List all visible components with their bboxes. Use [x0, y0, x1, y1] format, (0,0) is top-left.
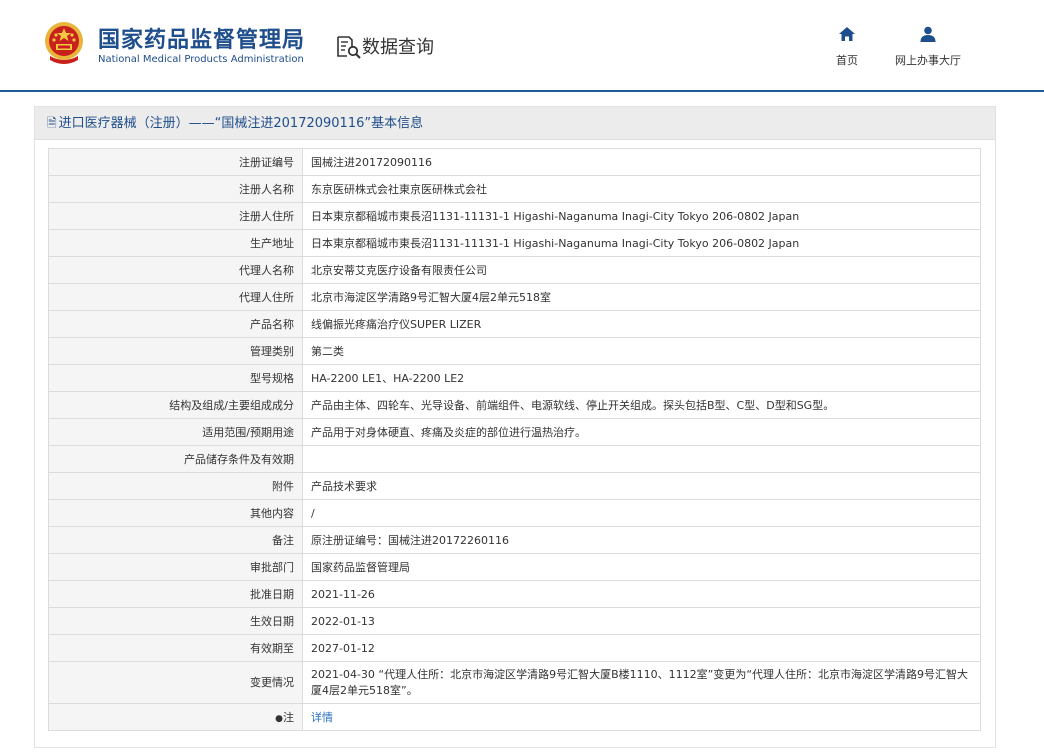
data-query-icon	[337, 36, 361, 59]
table-row: 其他内容 /	[48, 499, 981, 527]
field-value: 2027-01-12	[302, 634, 981, 662]
nav-home-link[interactable]: 首页	[826, 26, 868, 68]
table-row: 有效期至 2027-01-12	[48, 634, 981, 662]
table-row: 管理类别 第二类	[48, 337, 981, 365]
info-table: 注册证编号 国械注进20172090116 注册人名称 东京医研株式会社東京医研株式会…	[48, 148, 981, 731]
table-row: 批准日期 2021-11-26	[48, 580, 981, 608]
table-row: 型号规格 HA-2200 LE1、HA-2200 LE2	[48, 364, 981, 392]
field-label: 产品名称	[48, 310, 303, 338]
table-row: 适用范围/预期用途 产品用于对身体硬直、疼痛及炎症的部位进行温热治疗。	[48, 418, 981, 446]
data-query-label[interactable]: 数据查询	[362, 33, 434, 59]
field-label: 注册人名称	[48, 175, 303, 203]
home-icon	[839, 27, 855, 41]
note-label: 注	[283, 711, 294, 724]
field-label: 产品储存条件及有效期	[48, 445, 303, 473]
site-header: 国家药品监督管理局 National Medical Products Admi…	[0, 0, 1044, 90]
field-value: 2022-01-13	[302, 607, 981, 635]
field-label: 适用范围/预期用途	[48, 418, 303, 446]
nav-online-hall-label: 网上办事大厅	[895, 54, 961, 67]
table-row: 注册人名称 东京医研株式会社東京医研株式会社	[48, 175, 981, 203]
table-row: 备注 原注册证编号：国械注进20172260116	[48, 526, 981, 554]
document-icon: 🗎	[47, 116, 57, 130]
field-label: 注册证编号	[48, 148, 303, 176]
table-row: 结构及组成/主要组成成分 产品由主体、四轮车、光导设备、前端组件、电源软线、停止开…	[48, 391, 981, 419]
table-row: 产品储存条件及有效期	[48, 445, 981, 473]
panel-header: 🗎 进口医疗器械（注册）——“国械注进20172090116”基本信息	[35, 107, 995, 140]
field-label: 代理人住所	[48, 283, 303, 311]
header-divider	[0, 90, 1044, 92]
field-label: 生效日期	[48, 607, 303, 635]
note-label-cell: ●注	[48, 703, 303, 731]
table-row: 代理人名称 北京安蒂艾克医疗设备有限责任公司	[48, 256, 981, 284]
field-value: 日本東京都稲城市東長沼1131-11131-1 Higashi-Naganuma…	[302, 229, 981, 257]
panel-title: 进口医疗器械（注册）——“国械注进20172090116”基本信息	[58, 116, 424, 131]
field-value: 产品技术要求	[302, 472, 981, 500]
field-value: 线偏振光疼痛治疗仪SUPER LIZER	[302, 310, 981, 338]
field-label: 结构及组成/主要组成成分	[48, 391, 303, 419]
table-row: 注册人住所 日本東京都稲城市東長沼1131-11131-1 Higashi-Nag…	[48, 202, 981, 230]
user-icon	[920, 26, 936, 42]
field-value: /	[302, 499, 981, 527]
table-row: 审批部门 国家药品监督管理局	[48, 553, 981, 581]
field-label: 批准日期	[48, 580, 303, 608]
field-value: 产品由主体、四轮车、光导设备、前端组件、电源软线、停止开关组成。探头包括B型、C…	[302, 391, 981, 419]
brand-title-en: National Medical Products Administration	[98, 54, 304, 65]
table-row: 变更情况 2021-04-30 “代理人住所：北京市海淀区学清路9号汇智大厦B楼1…	[48, 661, 981, 704]
field-label: 代理人名称	[48, 256, 303, 284]
brand-title-cn: 国家药品监督管理局	[98, 28, 306, 53]
field-label: 注册人住所	[48, 202, 303, 230]
table-row: 注册证编号 国械注进20172090116	[48, 148, 981, 176]
field-value: 2021-04-30 “代理人住所：北京市海淀区学清路9号汇智大厦B楼1110、…	[302, 661, 981, 704]
table-row-note: ●注 详情	[48, 703, 981, 731]
table-row: 附件 产品技术要求	[48, 472, 981, 500]
field-label: 变更情况	[48, 661, 303, 704]
table-row: 产品名称 线偏振光疼痛治疗仪SUPER LIZER	[48, 310, 981, 338]
field-value: 日本東京都稲城市東長沼1131-11131-1 Higashi-Naganuma…	[302, 202, 981, 230]
table-row: 代理人住所 北京市海淀区学清路9号汇智大厦4层2单元518室	[48, 283, 981, 311]
table-row: 生效日期 2022-01-13	[48, 607, 981, 635]
table-row: 生产地址 日本東京都稲城市東長沼1131-11131-1 Higashi-Naga…	[48, 229, 981, 257]
field-label: 备注	[48, 526, 303, 554]
device-info-panel: 🗎 进口医疗器械（注册）——“国械注进20172090116”基本信息 注册证编号…	[34, 106, 996, 748]
field-label: 审批部门	[48, 553, 303, 581]
field-value: 第二类	[302, 337, 981, 365]
detail-link[interactable]: 详情	[311, 711, 333, 724]
field-value: 2021-11-26	[302, 580, 981, 608]
field-value: 原注册证编号：国械注进20172260116	[302, 526, 981, 554]
nav-online-hall-link[interactable]: 网上办事大厅	[888, 26, 968, 68]
field-value: 国械注进20172090116	[302, 148, 981, 176]
field-value: 东京医研株式会社東京医研株式会社	[302, 175, 981, 203]
field-label: 型号规格	[48, 364, 303, 392]
pin-icon: ●	[275, 714, 283, 724]
field-value: 北京市海淀区学清路9号汇智大厦4层2单元518室	[302, 283, 981, 311]
field-label: 附件	[48, 472, 303, 500]
field-label: 有效期至	[48, 634, 303, 662]
field-value: 北京安蒂艾克医疗设备有限责任公司	[302, 256, 981, 284]
field-value: 国家药品监督管理局	[302, 553, 981, 581]
field-value: HA-2200 LE1、HA-2200 LE2	[302, 364, 981, 392]
field-label: 管理类别	[48, 337, 303, 365]
nav-home-label: 首页	[836, 54, 858, 67]
field-value	[302, 445, 981, 473]
field-label: 生产地址	[48, 229, 303, 257]
note-value-cell: 详情	[302, 703, 981, 731]
field-value: 产品用于对身体硬直、疼痛及炎症的部位进行温热治疗。	[302, 418, 981, 446]
national-emblem-icon	[45, 22, 83, 64]
field-label: 其他内容	[48, 499, 303, 527]
